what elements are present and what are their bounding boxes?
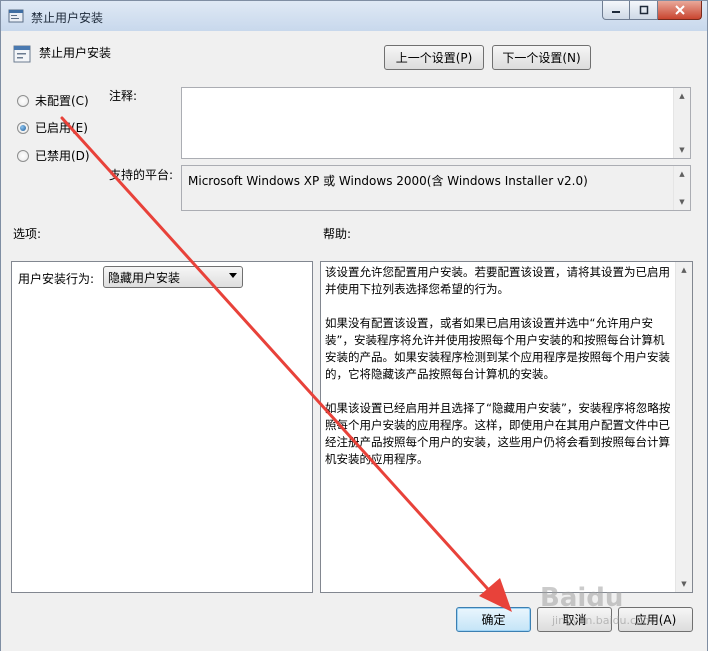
help-text: 该设置允许您配置用户安装。若要配置该设置，请将其设置为已启用并使用下拉列表选择您… <box>325 264 675 485</box>
scroll-down-icon[interactable]: ▼ <box>676 576 692 592</box>
next-setting-button[interactable]: 下一个设置(N) <box>492 45 591 70</box>
radio-enabled[interactable]: 已启用(E) <box>17 119 88 136</box>
comment-textarea[interactable]: ▲ ▼ <box>181 87 691 159</box>
window-controls <box>602 1 702 20</box>
policy-dialog: 禁止用户安装 禁止用户安装 上一个设置(P) 下一个设置(N) 未配置(C) 已… <box>0 0 708 651</box>
close-button[interactable] <box>658 1 702 20</box>
scroll-down-icon[interactable]: ▼ <box>674 142 690 158</box>
platform-value: Microsoft Windows XP 或 Windows 2000(含 Wi… <box>188 174 588 188</box>
baidu-watermark-url: jingyan.baidu.com <box>552 614 654 627</box>
help-pane: 该设置允许您配置用户安装。若要配置该设置，请将其设置为已启用并使用下拉列表选择您… <box>320 261 693 593</box>
options-pane: 用户安装行为: 隐藏用户安装 <box>11 261 313 593</box>
baidu-watermark: Baidu <box>540 583 624 613</box>
radio-circle <box>17 149 29 162</box>
scroll-up-icon[interactable]: ▲ <box>676 262 692 278</box>
scroll-down-icon[interactable]: ▼ <box>674 194 690 210</box>
radio-label-not-configured: 未配置(C) <box>35 94 89 108</box>
install-behavior-value: 隐藏用户安装 <box>108 270 181 285</box>
radio-label-disabled: 已禁用(D) <box>35 149 90 163</box>
help-paragraph: 如果该设置已经启用并且选择了“隐藏用户安装”，安装程序将忽略按照每个用户安装的应… <box>325 401 671 466</box>
radio-label-enabled: 已启用(E) <box>35 121 88 135</box>
help-section-label: 帮助: <box>323 227 352 241</box>
comment-label: 注释: <box>109 89 138 103</box>
radio-circle <box>17 94 29 107</box>
platform-label: 支持的平台: <box>109 168 174 182</box>
minimize-icon <box>612 11 620 13</box>
platform-scrollbar[interactable]: ▲ ▼ <box>673 166 690 210</box>
scroll-up-icon[interactable]: ▲ <box>674 166 690 182</box>
previous-setting-button[interactable]: 上一个设置(P) <box>384 45 484 70</box>
maximize-icon <box>639 5 648 15</box>
title-bar[interactable]: 禁止用户安装 <box>1 1 707 31</box>
install-behavior-dropdown[interactable]: 隐藏用户安装 <box>103 266 243 288</box>
help-paragraph: 如果没有配置该设置，或者如果已启用该设置并选中“允许用户安装”，安装程序将允许并… <box>325 316 670 381</box>
window-title: 禁止用户安装 <box>31 11 104 25</box>
close-icon <box>674 5 685 15</box>
dialog-body: 禁止用户安装 上一个设置(P) 下一个设置(N) 未配置(C) 已启用(E) 已… <box>1 31 707 651</box>
policy-name: 禁止用户安装 <box>39 46 112 60</box>
policy-app-icon <box>8 9 24 23</box>
comment-scrollbar[interactable]: ▲ ▼ <box>673 88 690 158</box>
help-scrollbar[interactable]: ▲ ▼ <box>675 262 692 592</box>
policy-setting-icon <box>13 45 31 63</box>
install-behavior-label: 用户安装行为: <box>18 272 95 286</box>
platform-field: Microsoft Windows XP 或 Windows 2000(含 Wi… <box>181 165 691 211</box>
ok-button[interactable]: 确定 <box>456 607 531 632</box>
radio-disabled[interactable]: 已禁用(D) <box>17 147 90 164</box>
radio-not-configured[interactable]: 未配置(C) <box>17 92 89 109</box>
options-section-label: 选项: <box>13 227 42 241</box>
minimize-button[interactable] <box>602 1 630 20</box>
maximize-button[interactable] <box>630 1 658 20</box>
radio-circle-selected <box>17 121 29 134</box>
help-paragraph: 该设置允许您配置用户安装。若要配置该设置，请将其设置为已启用并使用下拉列表选择您… <box>325 265 670 296</box>
chevron-down-icon <box>229 273 237 278</box>
scroll-up-icon[interactable]: ▲ <box>674 88 690 104</box>
